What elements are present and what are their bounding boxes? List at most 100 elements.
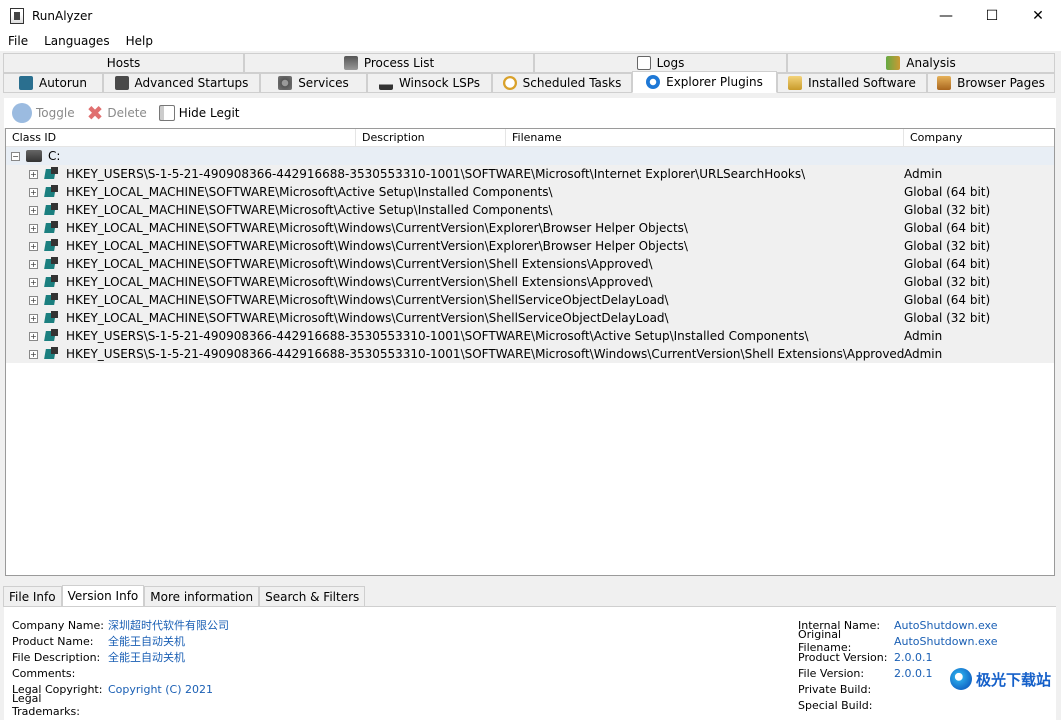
table-row[interactable]: + HKEY_LOCAL_MACHINE\SOFTWARE\Microsoft\A…	[6, 201, 1054, 219]
hide-legit-button[interactable]: Hide Legit	[155, 101, 244, 125]
toggle-label: Toggle	[36, 106, 75, 120]
info-line: Product Version: 2.0.0.1	[798, 649, 997, 665]
table-row[interactable]: + HKEY_USERS\S-1-5-21-490908366-442916688…	[6, 327, 1054, 345]
expand-icon[interactable]: +	[29, 205, 38, 215]
expand-icon[interactable]: +	[29, 259, 38, 269]
title-bar: RunAlyzer — ☐ ✕	[0, 0, 1061, 31]
tab-search-filters[interactable]: Search & Filters	[259, 586, 366, 607]
expand-icon[interactable]: +	[29, 241, 38, 251]
tab-scheduled-tasks[interactable]: Scheduled Tasks	[492, 73, 632, 93]
info-line: Product Name: 全能王自动关机	[12, 633, 229, 649]
tab-label: Services	[298, 76, 349, 90]
tab-advanced-startups[interactable]: Advanced Startups	[103, 73, 260, 93]
process-icon	[343, 56, 358, 70]
expand-icon[interactable]: +	[29, 223, 38, 233]
tab-more-information[interactable]: More information	[144, 586, 260, 607]
tree-icon	[158, 105, 175, 121]
delete-button[interactable]: ✖ Delete	[83, 101, 151, 125]
expand-icon[interactable]: +	[29, 313, 38, 323]
maximize-button[interactable]: ☐	[969, 0, 1015, 31]
table-row[interactable]: + HKEY_LOCAL_MACHINE\SOFTWARE\Microsoft\W…	[6, 291, 1054, 309]
expand-icon[interactable]: +	[29, 277, 38, 287]
delete-label: Delete	[107, 106, 147, 120]
row-company: Global (32 bit)	[904, 239, 991, 253]
row-container: + HKEY_USERS\S-1-5-21-490908366-442916688…	[6, 165, 1054, 363]
tab-label: Analysis	[906, 56, 956, 70]
analysis-icon	[886, 56, 901, 70]
toolbar: Toggle ✖ Delete Hide Legit	[4, 98, 1056, 128]
info-line: Original Filename: AutoShutdown.exe	[798, 628, 997, 654]
network-icon	[378, 76, 393, 90]
column-filename[interactable]: Filename	[506, 129, 904, 147]
close-button[interactable]: ✕	[1015, 0, 1061, 31]
row-key: HKEY_LOCAL_MACHINE\SOFTWARE\Microsoft\Wi…	[66, 275, 653, 289]
expand-icon[interactable]: +	[29, 169, 38, 179]
registry-key-icon	[44, 329, 60, 343]
expand-icon[interactable]: +	[29, 187, 38, 197]
tab-analysis[interactable]: Analysis	[787, 53, 1055, 73]
column-class-id[interactable]: Class ID	[6, 129, 356, 147]
tab-browser-pages[interactable]: Browser Pages	[927, 73, 1055, 93]
menu-bar: File Languages Help	[0, 31, 1061, 51]
row-company: Admin	[904, 329, 943, 343]
registry-key-icon	[44, 257, 60, 271]
table-row[interactable]: + HKEY_LOCAL_MACHINE\SOFTWARE\Microsoft\W…	[6, 255, 1054, 273]
tab-row-bottom: Autorun Advanced Startups Services Winso…	[3, 71, 1055, 93]
menu-help[interactable]: Help	[118, 34, 161, 48]
row-company: Admin	[904, 347, 943, 361]
tab-winsock-lsps[interactable]: Winsock LSPs	[367, 73, 492, 93]
list-header: Class ID Description Filename Company	[6, 129, 1054, 147]
plugin-list[interactable]: Class ID Description Filename Company − …	[5, 128, 1055, 576]
table-row[interactable]: + HKEY_USERS\S-1-5-21-490908366-442916688…	[6, 165, 1054, 183]
menu-file[interactable]: File	[0, 34, 36, 48]
expand-icon[interactable]: +	[29, 295, 38, 305]
tab-autorun[interactable]: Autorun	[3, 73, 103, 93]
info-line: File Description: 全能王自动关机	[12, 649, 229, 665]
minimize-button[interactable]: —	[923, 0, 969, 31]
version-info-left: Company Name: 深圳超时代软件有限公司 Product Name: 全能王…	[12, 617, 229, 719]
expand-icon[interactable]: +	[29, 331, 38, 341]
tab-explorer-plugins[interactable]: Explorer Plugins	[632, 71, 777, 93]
column-description[interactable]: Description	[356, 129, 506, 147]
tab-label: Logs	[656, 56, 685, 70]
registry-key-icon	[44, 293, 60, 307]
info-label: Comments:	[12, 666, 76, 680]
expand-icon[interactable]: +	[29, 349, 38, 359]
table-row[interactable]: + HKEY_LOCAL_MACHINE\SOFTWARE\Microsoft\W…	[6, 219, 1054, 237]
table-row[interactable]: + HKEY_LOCAL_MACHINE\SOFTWARE\Microsoft\W…	[6, 273, 1054, 291]
tab-file-info[interactable]: File Info	[3, 586, 62, 607]
tab-label: Browser Pages	[957, 76, 1045, 90]
software-icon	[788, 76, 803, 90]
tab-version-info[interactable]: Version Info	[61, 585, 145, 607]
tab-hosts[interactable]: Hosts	[3, 53, 244, 73]
table-row[interactable]: + HKEY_LOCAL_MACHINE\SOFTWARE\Microsoft\W…	[6, 309, 1054, 327]
tab-logs[interactable]: Logs	[534, 53, 787, 73]
clock-icon	[502, 76, 517, 90]
table-row[interactable]: + HKEY_LOCAL_MACHINE\SOFTWARE\Microsoft\A…	[6, 183, 1054, 201]
tab-label: Scheduled Tasks	[522, 76, 622, 90]
column-company[interactable]: Company	[904, 129, 1054, 147]
toggle-button[interactable]: Toggle	[8, 101, 79, 125]
row-key: HKEY_USERS\S-1-5-21-490908366-442916688-…	[66, 329, 809, 343]
root-label: C:	[48, 149, 61, 163]
collapse-icon[interactable]: −	[11, 151, 20, 161]
registry-key-icon	[44, 311, 60, 325]
logs-icon	[636, 56, 651, 70]
info-label: Legal Trademarks:	[12, 692, 80, 718]
registry-key-icon	[44, 203, 60, 217]
tab-process-list[interactable]: Process List	[244, 53, 534, 73]
table-row[interactable]: + HKEY_USERS\S-1-5-21-490908366-442916688…	[6, 345, 1054, 363]
version-info-right: Internal Name: AutoShutdown.exe Original F…	[798, 617, 997, 713]
row-key: HKEY_LOCAL_MACHINE\SOFTWARE\Microsoft\Wi…	[66, 239, 688, 253]
registry-key-icon	[44, 347, 60, 361]
tree-root[interactable]: − C:	[6, 147, 1054, 165]
row-key: HKEY_USERS\S-1-5-21-490908366-442916688-…	[66, 347, 904, 361]
table-row[interactable]: + HKEY_LOCAL_MACHINE\SOFTWARE\Microsoft\W…	[6, 237, 1054, 255]
version-info-panel: Company Name: 深圳超时代软件有限公司 Product Name: 全能王…	[4, 606, 1056, 720]
tab-installed-software[interactable]: Installed Software	[777, 73, 927, 93]
tab-services[interactable]: Services	[260, 73, 367, 93]
menu-languages[interactable]: Languages	[36, 34, 117, 48]
row-company: Admin	[904, 167, 943, 181]
delete-icon: ✖	[86, 101, 104, 125]
info-value: 2.0.0.1	[894, 666, 933, 680]
